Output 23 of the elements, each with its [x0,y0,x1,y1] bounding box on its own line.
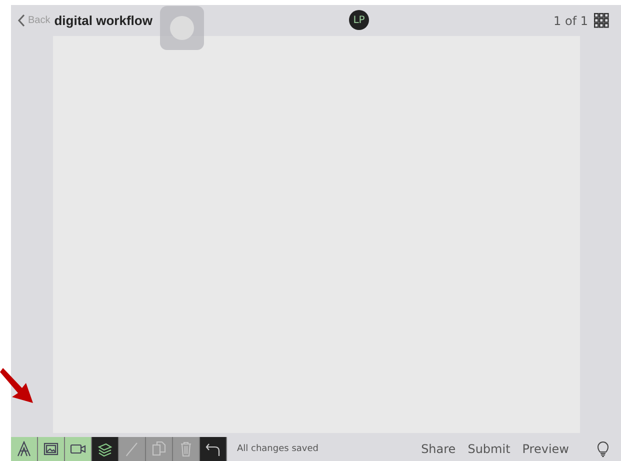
pencil-icon [124,441,140,457]
document-title: digital workflow [54,13,152,28]
layers-tool[interactable] [92,437,119,461]
image-icon [43,441,59,457]
toolbar-link[interactable]: Share [421,442,456,456]
letter-a-icon [16,441,32,457]
lightbulb-icon[interactable] [597,441,609,457]
annotation-arrow [0,368,34,404]
copy-icon [151,441,167,457]
trash-icon [178,441,194,457]
undo-icon [205,441,221,457]
video-tool[interactable] [65,437,92,461]
undo-tool[interactable] [200,437,227,461]
toolbar-link[interactable]: Preview [522,442,569,456]
text-tool[interactable] [11,437,38,461]
user-avatar[interactable]: LP [349,10,369,30]
chevron-left-icon [17,14,25,27]
page-count: 1 of 1 [554,14,588,28]
layers-icon [97,441,113,457]
grid-icon[interactable] [594,13,609,28]
image-tool[interactable] [38,437,65,461]
save-status: All changes saved [237,444,318,454]
toolbar-link[interactable]: Submit [468,442,510,456]
